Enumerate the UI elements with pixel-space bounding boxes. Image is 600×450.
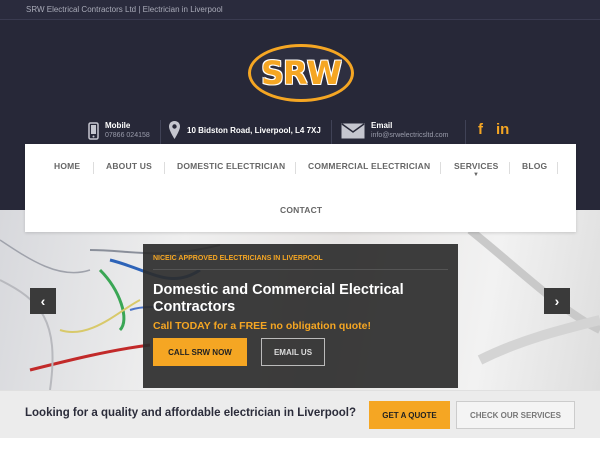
header-divider bbox=[331, 120, 332, 146]
chevron-right-icon[interactable]: › bbox=[544, 288, 570, 314]
hero-tag: NICEIC APPROVED ELECTRICIANS IN LIVERPOO… bbox=[153, 255, 323, 262]
call-srw-button[interactable]: CALL SRW NOW bbox=[153, 338, 247, 366]
logo-text: SRW bbox=[261, 54, 342, 92]
facebook-icon[interactable]: f bbox=[478, 121, 483, 138]
cta-bar: Looking for a quality and affordable ele… bbox=[0, 390, 600, 438]
email-label: Email bbox=[371, 121, 393, 130]
page-bottom-strip bbox=[0, 438, 600, 450]
main-navigation: HOME ABOUT US DOMESTIC ELECTRICIAN COMME… bbox=[25, 144, 576, 232]
address-text: 10 Bidston Road, Liverpool, L4 7XJ bbox=[187, 125, 321, 135]
srw-logo[interactable]: SRW bbox=[248, 44, 354, 102]
contact-mobile[interactable]: Mobile 07866 024158 bbox=[88, 120, 150, 141]
nav-separator bbox=[440, 162, 441, 174]
nav-separator bbox=[557, 162, 558, 174]
nav-domestic-electrician[interactable]: DOMESTIC ELECTRICIAN bbox=[177, 161, 285, 171]
hero-title: Domestic and Commercial Electrical Contr… bbox=[153, 282, 404, 315]
nav-services[interactable]: SERVICES bbox=[454, 161, 498, 171]
nav-separator bbox=[509, 162, 510, 174]
check-services-button[interactable]: CHECK OUR SERVICES bbox=[456, 401, 575, 429]
nav-separator bbox=[295, 162, 296, 174]
mobile-phone-icon bbox=[88, 121, 99, 140]
header-divider bbox=[160, 120, 161, 146]
get-a-quote-button[interactable]: GET A QUOTE bbox=[369, 401, 450, 429]
hero-subtitle: Call TODAY for a FREE no obligation quot… bbox=[153, 320, 371, 332]
nav-blog[interactable]: BLOG bbox=[522, 161, 547, 171]
chevron-left-icon[interactable]: ‹ bbox=[30, 288, 56, 314]
nav-about-us[interactable]: ABOUT US bbox=[106, 161, 152, 171]
header-divider bbox=[465, 120, 466, 146]
nav-separator bbox=[93, 162, 94, 174]
top-bar: SRW Electrical Contractors Ltd | Electri… bbox=[0, 0, 600, 20]
cta-text: Looking for a quality and affordable ele… bbox=[25, 407, 356, 419]
mobile-number[interactable]: 07866 024158 bbox=[105, 131, 150, 141]
site-tagline: SRW Electrical Contractors Ltd | Electri… bbox=[26, 5, 223, 14]
nav-separator bbox=[164, 162, 165, 174]
caret-down-icon: ▼ bbox=[473, 172, 479, 178]
map-pin-icon bbox=[168, 120, 181, 140]
email-address[interactable]: info@srwelectricsltd.com bbox=[371, 131, 449, 141]
email-us-button[interactable]: EMAIL US bbox=[261, 338, 325, 366]
linkedin-icon[interactable]: in bbox=[496, 121, 509, 138]
envelope-icon bbox=[341, 122, 365, 139]
nav-commercial-electrician[interactable]: COMMERCIAL ELECTRICIAN bbox=[308, 161, 430, 171]
contact-email[interactable]: Email info@srwelectricsltd.com bbox=[341, 120, 449, 141]
hero-caption: NICEIC APPROVED ELECTRICIANS IN LIVERPOO… bbox=[143, 244, 458, 388]
nav-home[interactable]: HOME bbox=[54, 161, 80, 171]
nav-contact[interactable]: CONTACT bbox=[280, 205, 322, 215]
caption-divider bbox=[153, 269, 448, 270]
mobile-label: Mobile bbox=[105, 121, 131, 130]
contact-address: 10 Bidston Road, Liverpool, L4 7XJ bbox=[168, 120, 321, 140]
